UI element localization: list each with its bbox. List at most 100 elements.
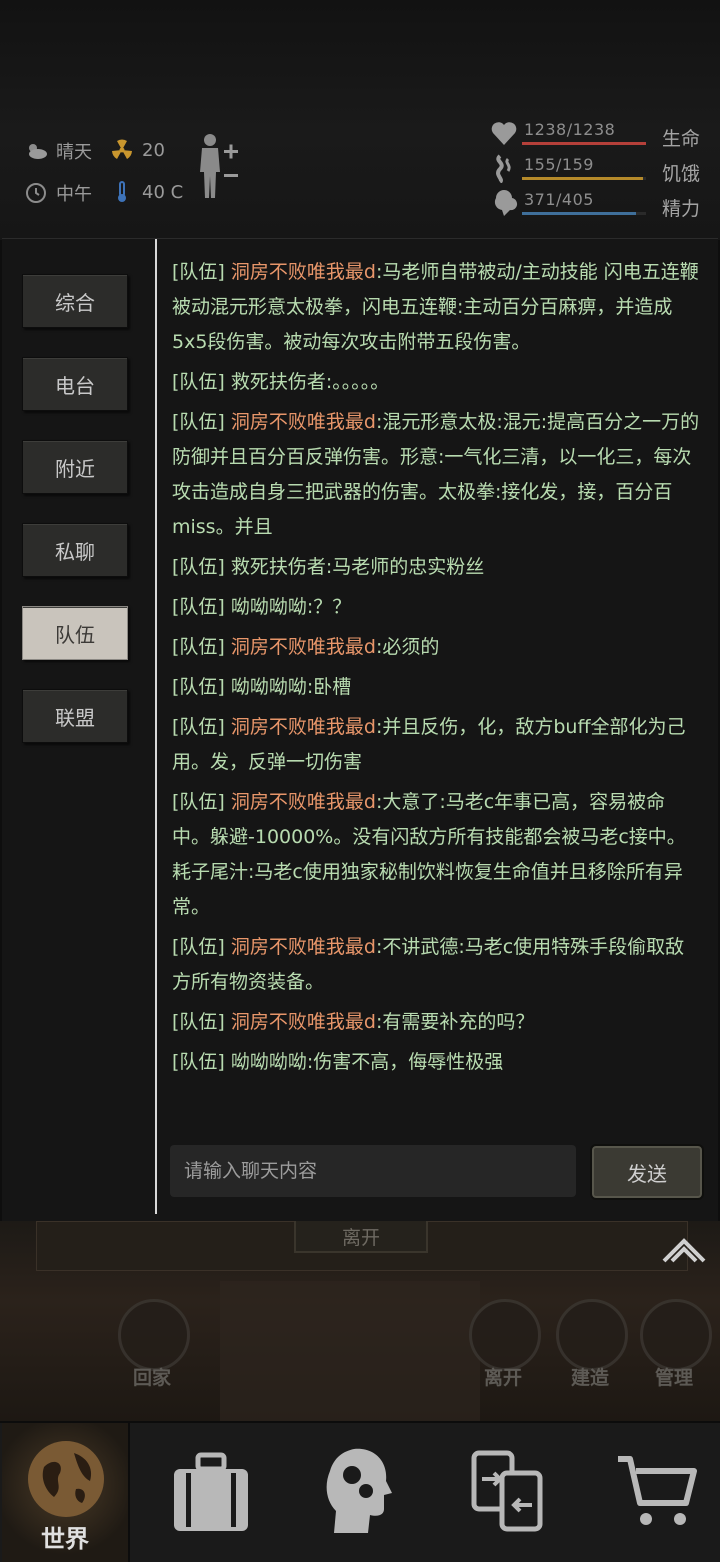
message-text: :必须的: [375, 636, 440, 658]
build-label: 建造: [570, 1367, 609, 1389]
message-sender[interactable]: 洞房不败唯我最d: [231, 936, 376, 958]
chat-message: [队伍] 救死扶伤者:马老师的忠实粉丝: [172, 550, 702, 585]
globe-icon: [28, 1441, 104, 1517]
message-sender[interactable]: 救死扶伤者: [231, 371, 326, 393]
time-of-day-text: 中午: [56, 184, 92, 205]
energy-bar: [522, 212, 646, 215]
channel-general[interactable]: 综合: [22, 274, 128, 328]
chat-input[interactable]: [170, 1145, 576, 1197]
message-channel: [队伍]: [172, 676, 225, 698]
message-text: :？？: [306, 596, 352, 618]
nav-skills[interactable]: [298, 1423, 418, 1562]
vital-health: 1238/1238 生命: [488, 118, 720, 154]
chevron-up-icon[interactable]: [662, 1231, 706, 1265]
message-sender[interactable]: 救死扶伤者: [231, 556, 326, 578]
message-sender[interactable]: 洞房不败唯我最d: [231, 791, 376, 813]
body-icon: [200, 134, 238, 198]
vital-hunger: 155/159 饥饿: [488, 153, 720, 189]
message-sender[interactable]: 呦呦呦呦: [231, 596, 307, 618]
channel-radio[interactable]: 电台: [22, 357, 128, 411]
temperature-stat: 40 C: [110, 180, 183, 204]
send-button[interactable]: 发送: [590, 1144, 704, 1200]
health-value: 1238/1238: [524, 120, 616, 139]
message-channel: [队伍]: [172, 936, 225, 958]
leave-label: 离开: [483, 1367, 522, 1389]
head-gears-icon: [326, 1448, 392, 1533]
leave-icon[interactable]: [469, 1299, 541, 1371]
hunger-value: 155/159: [524, 155, 594, 174]
chat-message: [队伍] 洞房不败唯我最d:有需要补充的吗？: [172, 1005, 702, 1040]
exchange-icon: [471, 1450, 543, 1532]
nav-inventory[interactable]: [150, 1423, 270, 1562]
message-text: :有需要补充的吗？: [375, 1011, 535, 1033]
bottom-nav: 世界: [0, 1421, 720, 1562]
chat-message: [队伍] 洞房不败唯我最d:混元形意太极:混元:提高百分之一万的防御并且百分百反…: [172, 405, 702, 545]
nav-world[interactable]: 世界: [2, 1423, 130, 1562]
message-sender[interactable]: 呦呦呦呦: [231, 1051, 307, 1073]
scene-leave-button[interactable]: 离开: [294, 1221, 428, 1253]
weather-text: 晴天: [56, 142, 92, 163]
message-sender[interactable]: 洞房不败唯我最d: [231, 411, 376, 433]
home-icon[interactable]: [118, 1299, 190, 1371]
radiation-stat: 20: [110, 138, 165, 162]
chat-message: [队伍] 洞房不败唯我最d:不讲武德:马老c使用特殊手段偷取敌方所有物资装备。: [172, 930, 702, 1000]
message-sender[interactable]: 洞房不败唯我最d: [231, 636, 376, 658]
message-sender[interactable]: 洞房不败唯我最d: [231, 261, 376, 283]
hunger-label: 饥饿: [662, 163, 701, 185]
hunger-bar: [522, 177, 646, 180]
chat-message: [队伍] 救死扶伤者:。。。。。: [172, 365, 702, 400]
channel-team[interactable]: 队伍: [22, 606, 128, 660]
character-body-button[interactable]: [196, 132, 246, 202]
time-stat: 中午: [24, 180, 92, 206]
cloud-sun-icon: [29, 144, 47, 159]
health-label: 生命: [662, 128, 701, 150]
message-text: :。。。。。: [325, 371, 390, 393]
message-channel: [队伍]: [172, 371, 225, 393]
chat-message: [队伍] 呦呦呦呦:？？: [172, 590, 702, 625]
chat-message: [队伍] 洞房不败唯我最d:必须的: [172, 630, 702, 665]
message-list: [队伍] 洞房不败唯我最d:马老师自带被动/主动技能 闪电五连鞭被动混元形意太极…: [172, 255, 702, 1085]
channel-private[interactable]: 私聊: [22, 523, 128, 577]
nav-world-label: 世界: [41, 1525, 89, 1553]
message-sender[interactable]: 呦呦呦呦: [231, 676, 307, 698]
brain-icon: [494, 190, 518, 216]
home-gear-icon[interactable]: [640, 1299, 712, 1371]
scene-area: 离开 回家 离开 建造 管理: [0, 1221, 720, 1421]
suitcase-icon: [174, 1452, 248, 1531]
manage-label: 管理: [654, 1367, 693, 1389]
nav-shop[interactable]: [598, 1423, 718, 1562]
clock-icon: [26, 183, 46, 203]
channel-alliance[interactable]: 联盟: [22, 689, 128, 743]
chat-message: [队伍] 洞房不败唯我最d:并且反伤，化，敌方buff全部化为己用。发，反弹一切…: [172, 710, 702, 780]
chat-message: [队伍] 洞房不败唯我最d:大意了:马老c年事已高，容易被命中。躲避-10000…: [172, 785, 702, 925]
message-sender[interactable]: 洞房不败唯我最d: [231, 716, 376, 738]
status-area: 晴天 20 中午 40 C 1238/1238 生命 155/159 饥饿 37…: [0, 0, 720, 240]
stomach-icon: [496, 154, 511, 183]
chat-message: [队伍] 呦呦呦呦:卧槽: [172, 670, 702, 705]
home-label: 回家: [132, 1367, 171, 1389]
cart-icon: [618, 1456, 697, 1525]
vital-energy: 371/405 精力: [488, 188, 720, 224]
chat-message: [队伍] 呦呦呦呦:伤害不高，侮辱性极强: [172, 1045, 702, 1080]
hammer-icon[interactable]: [556, 1299, 628, 1371]
channel-nearby[interactable]: 附近: [22, 440, 128, 494]
message-channel: [队伍]: [172, 791, 225, 813]
weather-stat: 晴天: [24, 138, 92, 164]
channel-divider: [155, 239, 157, 1214]
temperature-value: 40 C: [142, 181, 184, 203]
health-bar: [522, 142, 646, 145]
message-text: :伤害不高，侮辱性极强: [306, 1051, 504, 1073]
message-channel: [队伍]: [172, 261, 225, 283]
nav-trade[interactable]: [448, 1423, 568, 1562]
message-channel: [队伍]: [172, 596, 225, 618]
message-sender[interactable]: 洞房不败唯我最d: [231, 1011, 376, 1033]
radiation-icon: [112, 139, 132, 159]
thermometer-icon: [118, 181, 126, 202]
chat-panel: 综合 电台 附近 私聊 队伍 联盟 [队伍] 洞房不败唯我最d:马老师自带被动/…: [2, 238, 718, 1222]
chat-message: [队伍] 洞房不败唯我最d:马老师自带被动/主动技能 闪电五连鞭被动混元形意太极…: [172, 255, 702, 360]
message-channel: [队伍]: [172, 636, 225, 658]
message-channel: [队伍]: [172, 556, 225, 578]
energy-value: 371/405: [524, 190, 594, 209]
message-channel: [队伍]: [172, 1011, 225, 1033]
heart-icon: [491, 122, 517, 145]
